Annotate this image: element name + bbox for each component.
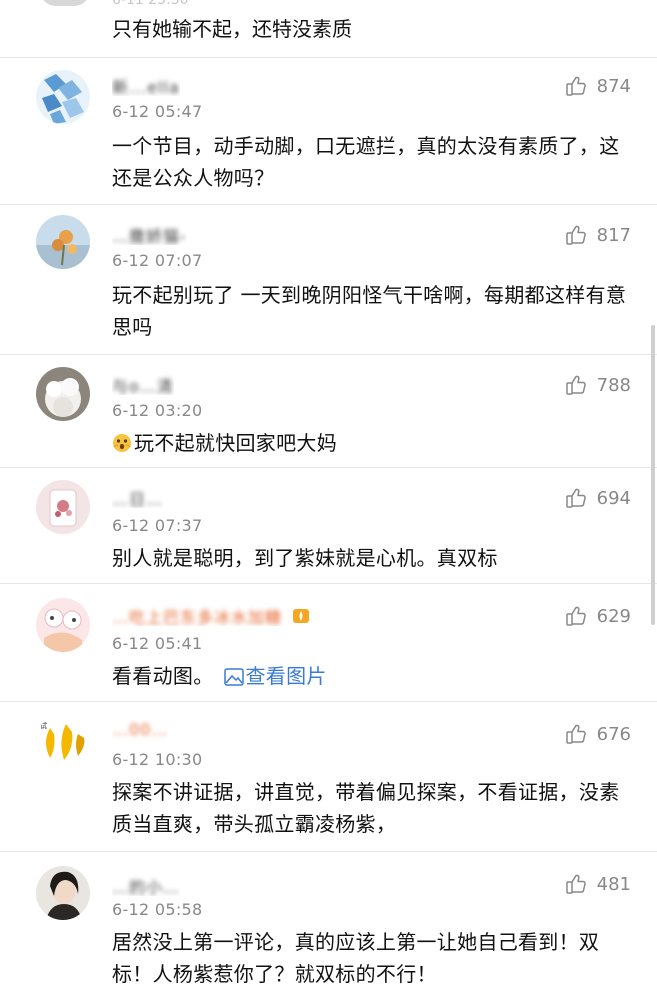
like-button[interactable]: 629 xyxy=(565,604,631,628)
avatar[interactable]: 试 xyxy=(36,714,90,768)
like-button[interactable]: 481 xyxy=(565,872,631,896)
comment-item: 试 …00… 6-12 10:30 676 探案不讲证据，讲直觉，带着偏见探案，… xyxy=(0,702,657,852)
thumbs-up-icon xyxy=(565,375,586,395)
comment-text-body: 看看动图。 xyxy=(112,664,214,688)
comment-text: 一个节目，动手动脚，口无遮拦，真的太没有素质了，这还是公众人物吗？ xyxy=(112,134,620,190)
svg-text:试: 试 xyxy=(40,721,47,730)
username[interactable]: 新...ella xyxy=(112,74,180,96)
like-count: 817 xyxy=(596,224,631,246)
like-count: 788 xyxy=(596,374,631,396)
comment-item: …吃上巴东多冰水加糖 6-12 05:41 629 看看动图。 查看图片 xyxy=(0,584,657,702)
like-button[interactable]: 694 xyxy=(565,486,631,510)
comment-text: 玩不起就快回家吧大妈 xyxy=(112,427,632,462)
comment-text-body: 玩不起就快回家吧大妈 xyxy=(134,431,337,455)
avatar[interactable] xyxy=(36,215,90,269)
avatar[interactable] xyxy=(36,866,90,920)
thumbs-up-icon xyxy=(565,606,586,626)
comment-item: …撒娇猫- 6-12 07:07 817 玩不起别玩了 一天到晚阴阳怪气干啥啊，… xyxy=(0,205,657,355)
comment-timestamp: 6-12 07:07 xyxy=(112,251,203,270)
avatar[interactable] xyxy=(36,70,90,124)
avatar[interactable] xyxy=(40,0,90,6)
like-count: 629 xyxy=(596,605,631,627)
username[interactable]: …吃上巴东多冰水加糖 xyxy=(112,604,310,626)
thumbs-up-icon xyxy=(565,488,586,508)
comment-item: 与o…清 6-12 03:20 788 玩不起就快回家吧大妈 xyxy=(0,355,657,468)
avatar[interactable] xyxy=(36,480,90,534)
comment-text: 探案不讲证据，讲直觉，带着偏见探案，不看证据，没素质当直爽，带头孤立霸凌杨紫， xyxy=(112,780,620,836)
comment-text: 看看动图。 查看图片 xyxy=(112,660,632,695)
comment-timestamp: 6-11 23:50 xyxy=(112,0,189,8)
avatar[interactable] xyxy=(36,367,90,421)
thumbs-up-icon xyxy=(565,724,586,744)
like-count: 481 xyxy=(596,873,631,895)
thumbs-up-icon xyxy=(565,225,586,245)
comment-timestamp: 6-12 05:58 xyxy=(112,900,203,919)
comment-timestamp: 6-12 05:47 xyxy=(112,102,203,121)
like-button[interactable]: 874 xyxy=(565,74,631,98)
like-count: 874 xyxy=(596,75,631,97)
scrollbar[interactable] xyxy=(651,325,655,625)
comment-item: …的小… 6-12 05:58 481 居然没上第一评论，真的应该上第一让她自己… xyxy=(0,852,657,1000)
like-button[interactable]: 676 xyxy=(565,722,631,746)
username[interactable]: …撒娇猫- xyxy=(112,223,187,245)
comment-text: 别人就是聪明，到了紫妹就是心机。真双标 xyxy=(112,546,498,570)
comment-timestamp: 6-12 10:30 xyxy=(112,750,203,769)
thumbs-up-icon xyxy=(565,874,586,894)
fire-badge xyxy=(292,607,310,626)
image-icon xyxy=(223,663,244,695)
comment-text: 玩不起别玩了 一天到晚阴阳怪气干啥啊，每期都这样有意思吗 xyxy=(112,283,627,339)
like-count: 676 xyxy=(596,723,631,745)
like-button[interactable]: 788 xyxy=(565,373,631,397)
comment-text: 只有她输不起，还特没素质 xyxy=(112,17,352,41)
username[interactable]: …日… xyxy=(112,486,163,508)
comment-timestamp: 6-12 03:20 xyxy=(112,401,203,420)
like-count: 694 xyxy=(596,487,631,509)
like-button[interactable]: 817 xyxy=(565,223,631,247)
view-image-link[interactable]: 查看图片 xyxy=(223,664,327,688)
username[interactable]: …00… xyxy=(112,720,168,742)
comment-item: 新...ella 6-12 05:47 874 一个节目，动手动脚，口无遮拦，真… xyxy=(0,58,657,205)
thumbs-up-icon xyxy=(565,76,586,96)
comment-item: …日… 6-12 07:37 694 别人就是聪明，到了紫妹就是心机。真双标 xyxy=(0,468,657,584)
username[interactable]: …的小… xyxy=(112,874,180,896)
comment-timestamp: 6-12 05:41 xyxy=(112,634,203,653)
previous-comment-partial: 6-11 23:50 只有她输不起，还特没素质 xyxy=(0,0,657,58)
avatar[interactable] xyxy=(36,598,90,652)
comment-text: 居然没上第一评论，真的应该上第一让她自己看到！双标！人杨紫惹你了？就双标的不行！ xyxy=(112,930,600,986)
scared-face-emoji xyxy=(112,430,132,462)
username[interactable]: 与o…清 xyxy=(112,373,174,395)
comment-timestamp: 6-12 07:37 xyxy=(112,516,203,535)
